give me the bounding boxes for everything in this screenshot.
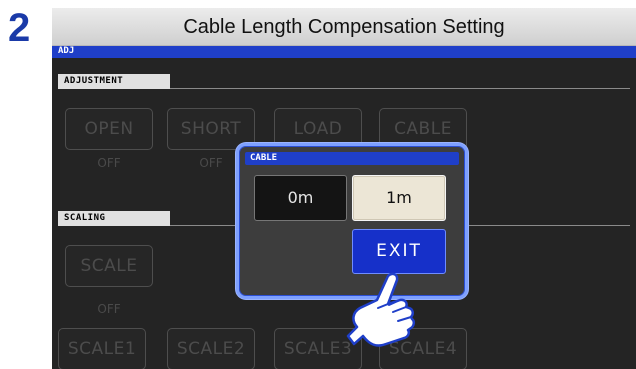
scale-state: OFF	[97, 302, 121, 316]
screen-header-title: ADJ	[58, 46, 75, 56]
step-title: Cable Length Compensation Setting	[183, 16, 505, 38]
step-number: 2	[8, 6, 31, 50]
scale1-button[interactable]: SCALE1	[58, 328, 146, 369]
exit-button[interactable]: EXIT	[352, 229, 446, 274]
open-state: OFF	[97, 156, 121, 170]
pointing-hand-icon	[346, 272, 416, 347]
cable-popup-header: CABLE	[245, 152, 459, 165]
cable-1m-button[interactable]: 1m	[352, 175, 446, 221]
cable-popup-title: CABLE	[250, 153, 278, 163]
open-button[interactable]: OPEN	[65, 108, 153, 150]
step-title-bar: Cable Length Compensation Setting	[52, 8, 636, 46]
adjustment-section-label: ADJUSTMENT	[58, 74, 170, 89]
scale-button[interactable]: SCALE	[65, 245, 153, 287]
scale2-button[interactable]: SCALE2	[167, 328, 255, 369]
cable-0m-button[interactable]: 0m	[254, 175, 347, 221]
adjustment-divider	[170, 88, 630, 89]
screen-header: ADJ	[52, 46, 636, 58]
scaling-section-label: SCALING	[58, 211, 170, 226]
